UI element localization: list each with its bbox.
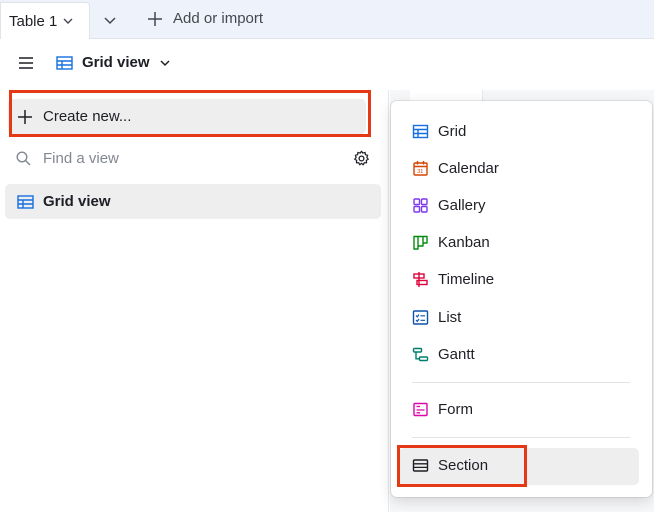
kanban-icon (413, 235, 428, 250)
chevron-down-icon (160, 59, 170, 66)
create-new-view-button[interactable]: Create new... (8, 99, 366, 134)
svg-text:31: 31 (417, 169, 423, 175)
view-switcher-button[interactable]: Grid view (56, 54, 171, 71)
grid-icon (56, 55, 73, 70)
all-tables-chevron-icon[interactable] (102, 12, 118, 28)
plus-icon (148, 11, 162, 26)
menu-item-label: Timeline (438, 271, 495, 288)
section-icon (412, 459, 429, 472)
menu-item-timeline[interactable]: Timeline (412, 271, 494, 288)
menu-item-kanban[interactable]: Kanban (412, 234, 490, 251)
search-icon (16, 151, 31, 166)
current-view-label: Grid view (82, 54, 150, 71)
menu-item-list[interactable]: List (412, 309, 461, 326)
find-view-placeholder: Find a view (43, 150, 119, 167)
menu-item-gantt[interactable]: Gantt (412, 346, 475, 363)
menu-item-section[interactable]: Section (412, 457, 488, 474)
plus-icon (18, 109, 32, 124)
add-or-import-button[interactable]: Add or import (147, 10, 263, 27)
view-bar: Grid view (0, 39, 654, 90)
menu-item-label: Grid (438, 123, 467, 140)
grid-icon (412, 124, 429, 139)
menu-divider (412, 382, 630, 383)
form-icon (413, 402, 428, 417)
add-or-import-label: Add or import (173, 10, 264, 27)
list-icon (412, 310, 429, 325)
menu-item-label: Gantt (438, 346, 475, 363)
menu-item-label: Gallery (438, 197, 486, 214)
tab-table-1-label: Table 1 (9, 12, 58, 30)
hamburger-menu-icon[interactable] (18, 56, 34, 70)
menu-item-grid[interactable]: Grid (412, 123, 466, 140)
create-view-menu: Grid 31 Calendar Gallery Kanban Timeline… (391, 101, 652, 497)
tab-table-1[interactable]: Table 1 (0, 2, 90, 39)
sidebar-view-grid[interactable]: Grid view (5, 184, 381, 219)
menu-item-form[interactable]: Form (412, 401, 473, 418)
create-new-label: Create new... (43, 108, 132, 125)
gallery-icon (413, 198, 428, 213)
gear-icon[interactable] (353, 150, 370, 167)
menu-item-label: Section (438, 457, 489, 474)
find-view-search[interactable]: Find a view (16, 150, 119, 167)
menu-item-calendar[interactable]: 31 Calendar (412, 160, 499, 177)
menu-item-label: Calendar (438, 160, 499, 177)
menu-item-label: List (438, 309, 462, 326)
timeline-icon (413, 272, 428, 287)
grid-icon (17, 194, 34, 209)
menu-item-gallery[interactable]: Gallery (412, 197, 486, 214)
table-tab-bar: Table 1 Add or import (0, 0, 654, 39)
menu-item-label: Kanban (438, 234, 490, 251)
gantt-icon (412, 347, 429, 362)
sidebar-view-label: Grid view (43, 193, 111, 210)
menu-divider (412, 437, 630, 438)
chevron-down-icon (63, 18, 73, 24)
calendar-icon: 31 (413, 161, 428, 176)
menu-item-label: Form (438, 401, 473, 418)
views-sidebar: Create new... Find a view Grid view (0, 90, 389, 512)
